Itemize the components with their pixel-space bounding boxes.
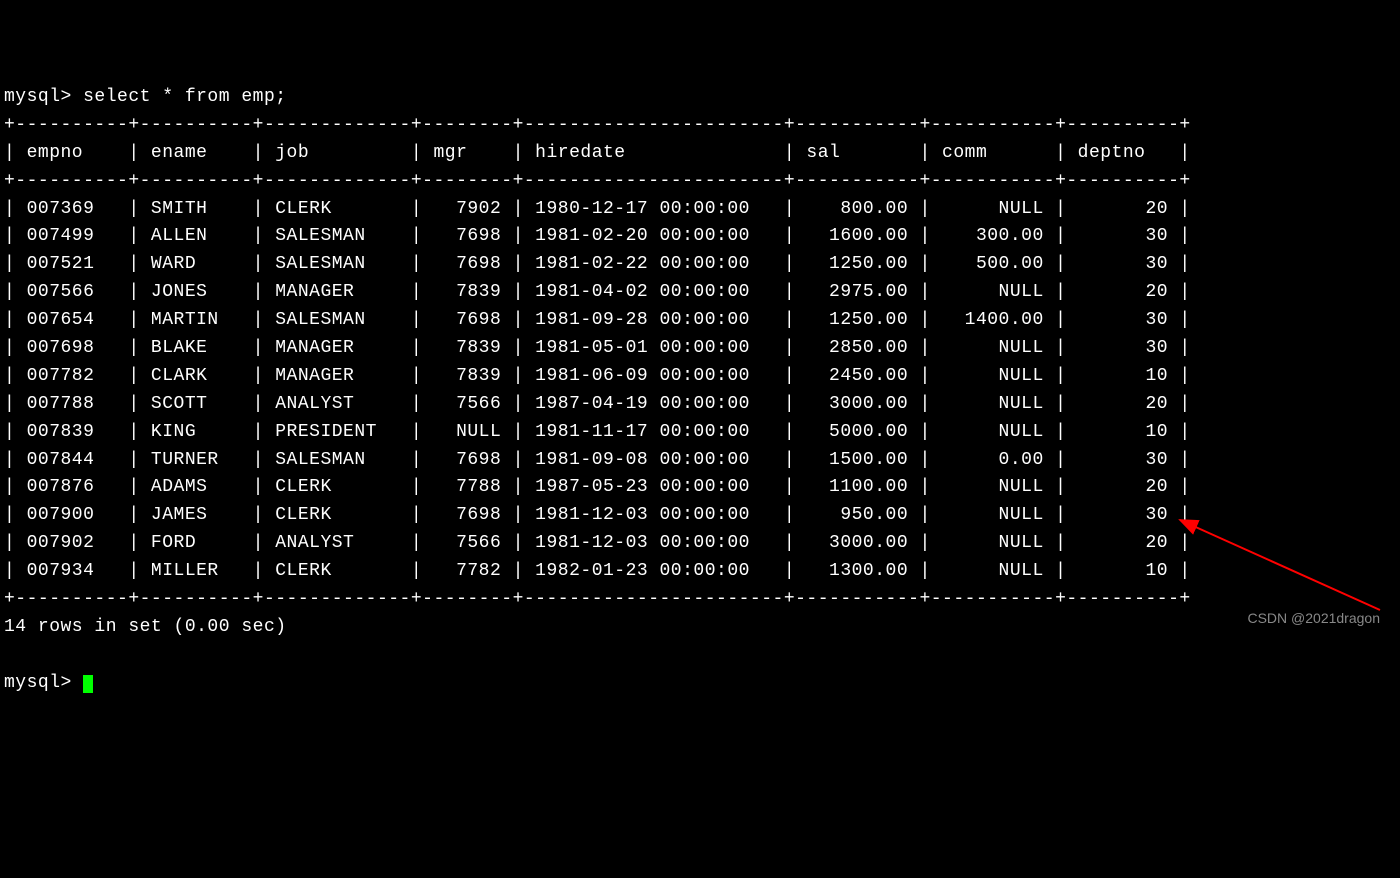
- mysql-prompt[interactable]: mysql>: [4, 673, 93, 693]
- watermark: CSDN @2021dragon: [1247, 610, 1380, 626]
- terminal-output: mysql> select * from emp; +----------+--…: [4, 84, 1396, 698]
- cursor: [83, 675, 93, 693]
